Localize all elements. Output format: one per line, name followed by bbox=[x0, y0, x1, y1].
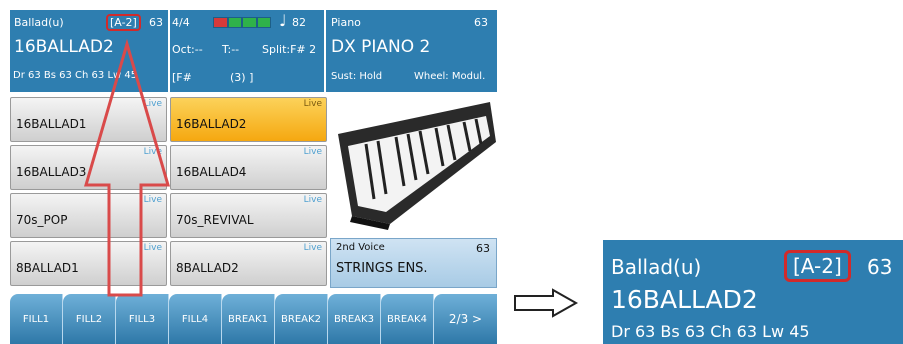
zoom-volumes: Dr 63 Bs 63 Ch 63 Lw 45 bbox=[611, 322, 810, 341]
zoom-variation-badge: [A-2] bbox=[784, 250, 851, 282]
zoom-style-category: Ballad(u) bbox=[611, 255, 702, 279]
arrow-up-icon bbox=[84, 38, 170, 297]
arrow-right-icon bbox=[514, 288, 579, 318]
zoomed-style-header: Ballad(u) [A-2] 63 16BALLAD2 Dr 63 Bs 63… bbox=[603, 240, 903, 344]
zoom-style-name: 16BALLAD2 bbox=[611, 285, 758, 314]
arranger-screen: Ballad(u) [A-2] 63 16BALLAD2 Dr 63 Bs 63… bbox=[10, 10, 497, 344]
zoom-tempo-num: 63 bbox=[867, 255, 893, 279]
